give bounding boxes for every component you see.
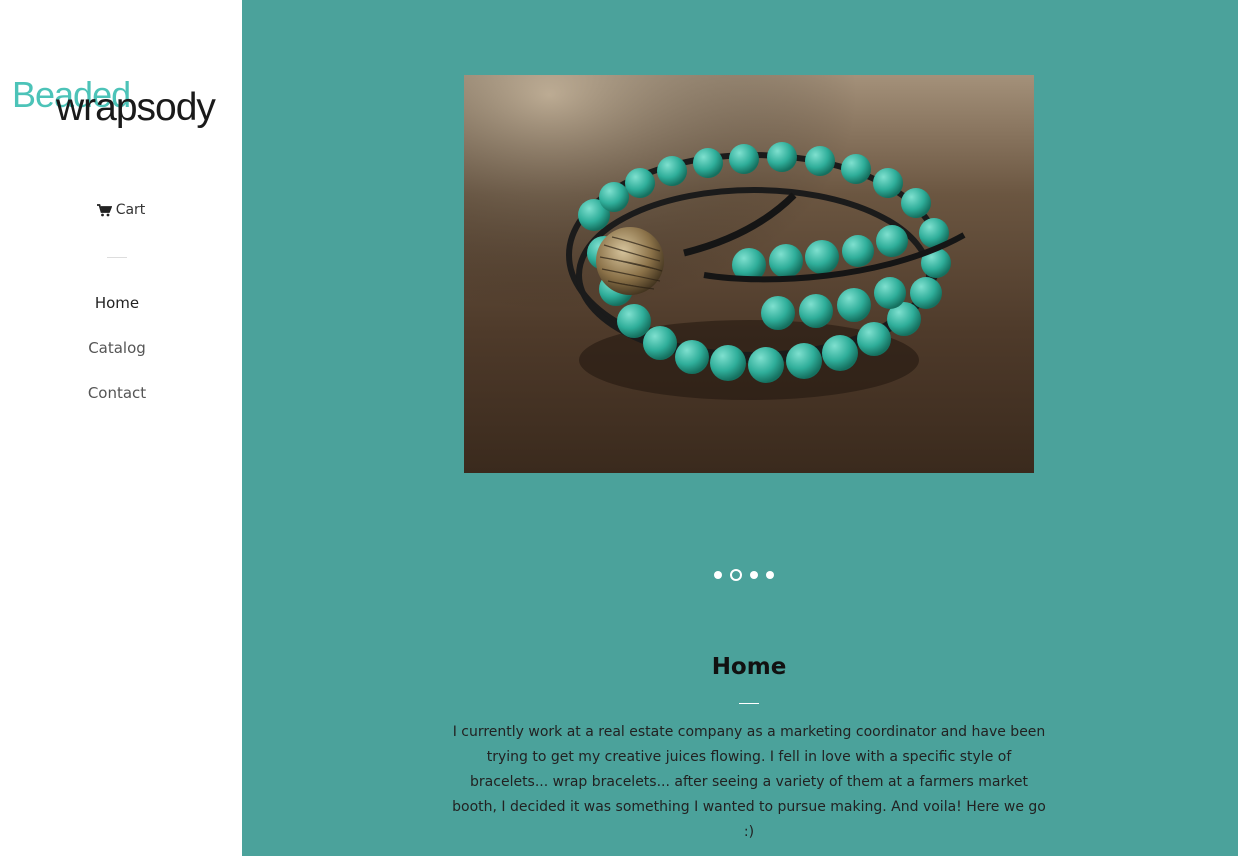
- slideshow-dots: [714, 569, 774, 581]
- cart-link[interactable]: Cart: [0, 202, 242, 218]
- sidebar-item-catalog[interactable]: Catalog: [0, 338, 234, 383]
- slide-dot-2[interactable]: [730, 569, 742, 581]
- sidebar-nav: Home Catalog Contact: [0, 293, 234, 428]
- slide-dot-4[interactable]: [766, 571, 774, 579]
- logo-word-wrapsody: wrapsody: [56, 86, 216, 129]
- intro-text: I currently work at a real estate compan…: [452, 724, 1046, 840]
- slide-dot-3[interactable]: [750, 571, 758, 579]
- sidebar: Beaded wrapsody Cart Home Catalog Contac…: [0, 0, 242, 856]
- cart-icon: [96, 203, 112, 217]
- page-title: Home: [711, 654, 787, 680]
- slideshow-image[interactable]: [464, 75, 1034, 473]
- sidebar-item-home[interactable]: Home: [0, 293, 234, 338]
- cart-label: Cart: [115, 202, 146, 218]
- sidebar-item-contact[interactable]: Contact: [0, 383, 234, 428]
- title-divider: [739, 703, 759, 704]
- site-logo[interactable]: Beaded wrapsody: [12, 72, 224, 142]
- sidebar-divider: [107, 257, 127, 258]
- bracelet-photo: [464, 75, 1034, 473]
- slide-dot-1[interactable]: [714, 571, 722, 579]
